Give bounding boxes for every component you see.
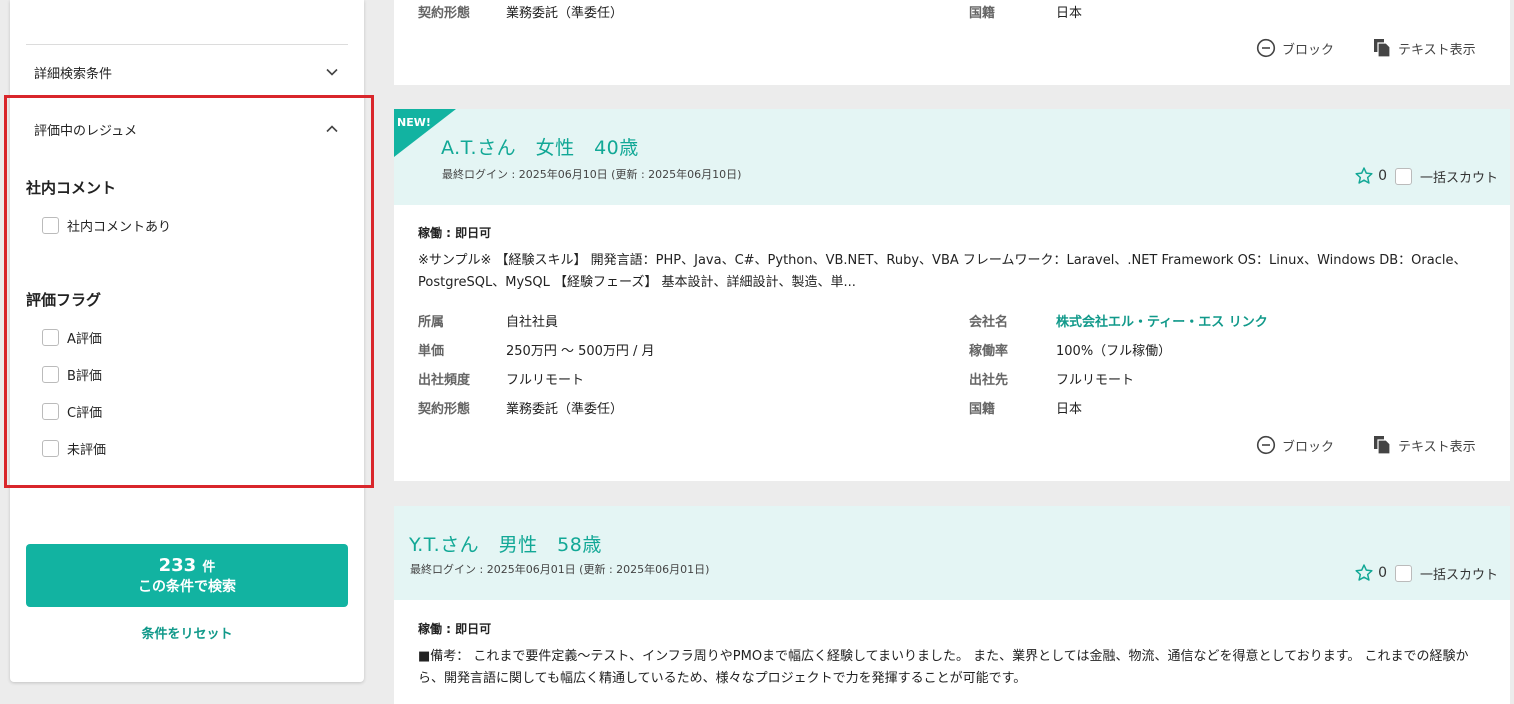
eval-flag-a-checkbox[interactable]: A評価 — [42, 328, 102, 347]
contract-value: 業務委託（準委任） — [506, 6, 624, 21]
nationality-value: 日本 — [1056, 6, 1083, 21]
chevron-down-icon — [326, 68, 338, 76]
block-label: ブロック — [1282, 439, 1335, 455]
block-button[interactable]: ブロック — [1256, 38, 1334, 58]
favorite-count: 0 — [1378, 168, 1387, 184]
search-button[interactable]: 233 件 この条件で検索 — [26, 544, 348, 607]
eval-flag-option: C評価 — [67, 406, 103, 421]
availability: 稼働 : 即日可 — [418, 226, 492, 240]
last-login: 最終ログイン : 2025年06月01日 (更新 : 2025年06月01日) — [410, 563, 710, 576]
nationality-value: 日本 — [1056, 402, 1083, 417]
eval-flag-option: B評価 — [67, 369, 102, 384]
detail-search-toggle[interactable]: 詳細検索条件 — [34, 62, 339, 82]
text-view-label: テキスト表示 — [1398, 42, 1476, 58]
document-icon — [1374, 39, 1391, 58]
result-count-unit: 件 — [202, 559, 216, 575]
internal-comment-checkbox[interactable]: 社内コメントあり — [42, 216, 171, 235]
nationality-label: 国籍 — [969, 6, 996, 21]
favorite-group: 0 一括スカウト — [1354, 166, 1498, 186]
detail-search-label: 詳細検索条件 — [34, 66, 113, 82]
internal-comment-heading: 社内コメント — [26, 179, 117, 197]
price-label: 単価 — [418, 344, 445, 359]
scout-checkbox[interactable] — [1394, 167, 1412, 185]
text-view-label: テキスト表示 — [1398, 439, 1476, 455]
description: ■備考： これまで要件定義～テスト、インフラ周りやPMOまで幅広く経験してまいり… — [418, 649, 1469, 686]
document-icon — [1374, 436, 1391, 455]
checkbox[interactable] — [42, 217, 59, 234]
sidebar: 詳細検索条件 評価中のレジュメ 社内コメント 社内コメントあり 評価フラグ A評… — [10, 0, 364, 682]
favorite-count: 0 — [1378, 565, 1387, 581]
eval-flag-none-checkbox[interactable]: 未評価 — [42, 439, 106, 458]
checkbox[interactable] — [42, 366, 59, 383]
text-view-button[interactable]: テキスト表示 — [1372, 435, 1476, 455]
divider — [26, 44, 348, 45]
office-label: 出社先 — [969, 373, 1009, 388]
resume-section-toggle[interactable]: 評価中のレジュメ — [34, 119, 339, 139]
result-count: 233 件 — [158, 554, 216, 578]
card-header: Y.T.さん 男性 58歳 最終ログイン : 2025年06月01日 (更新 :… — [394, 506, 1510, 600]
contract-label: 契約形態 — [418, 402, 471, 417]
description: ※サンプル※ 【経験スキル】 開発言語：PHP、Java、C#、Python、V… — [418, 253, 1467, 290]
block-label: ブロック — [1282, 42, 1335, 58]
scout-checkbox[interactable] — [1394, 564, 1412, 582]
affiliation-label: 所属 — [418, 315, 445, 330]
resume-card-previous: 契約形態 業務委託（準委任） 国籍 日本 ブロック テキスト表示 — [394, 0, 1510, 85]
eval-flag-b-checkbox[interactable]: B評価 — [42, 365, 102, 384]
text-view-button[interactable]: テキスト表示 — [1372, 38, 1476, 58]
block-icon — [1256, 38, 1276, 58]
scout-label: 一括スカウト — [1419, 170, 1498, 186]
checkbox[interactable] — [42, 329, 59, 346]
eval-flag-option: A評価 — [67, 332, 102, 347]
affiliation-value: 自社社員 — [506, 315, 559, 330]
contract-label: 契約形態 — [418, 6, 471, 21]
nationality-label: 国籍 — [969, 402, 996, 417]
rate-label: 稼働率 — [969, 344, 1009, 359]
company-label: 会社名 — [969, 315, 1009, 330]
eval-flag-heading: 評価フラグ — [26, 291, 102, 309]
card-header: NEW! A.T.さん 女性 40歳 最終ログイン : 2025年06月10日 … — [394, 109, 1510, 205]
office-freq-value: フルリモート — [506, 373, 585, 388]
scout-label: 一括スカウト — [1419, 567, 1498, 583]
price-value: 250万円 ～ 500万円 / 月 — [506, 344, 655, 359]
internal-comment-option: 社内コメントあり — [67, 220, 172, 235]
block-icon — [1256, 435, 1276, 455]
new-badge: NEW! — [397, 116, 431, 129]
result-count-number: 233 — [158, 554, 197, 576]
star-icon[interactable] — [1354, 563, 1374, 583]
resume-card: Y.T.さん 男性 58歳 最終ログイン : 2025年06月01日 (更新 :… — [394, 506, 1510, 704]
star-icon[interactable] — [1354, 166, 1374, 186]
rate-value: 100%（フル稼働） — [1056, 344, 1172, 359]
chevron-up-icon — [326, 125, 338, 133]
last-login: 最終ログイン : 2025年06月10日 (更新 : 2025年06月10日) — [442, 168, 742, 181]
office-freq-label: 出社頻度 — [418, 373, 471, 388]
search-button-label: この条件で検索 — [138, 578, 236, 595]
resume-card: NEW! A.T.さん 女性 40歳 最終ログイン : 2025年06月10日 … — [394, 109, 1510, 481]
contract-value: 業務委託（準委任） — [506, 402, 624, 417]
availability: 稼働 : 即日可 — [418, 622, 492, 636]
resume-section-label: 評価中のレジュメ — [34, 123, 138, 139]
candidate-name[interactable]: Y.T.さん 男性 58歳 — [409, 530, 602, 557]
checkbox[interactable] — [42, 403, 59, 420]
block-button[interactable]: ブロック — [1256, 435, 1334, 455]
eval-flag-c-checkbox[interactable]: C評価 — [42, 402, 102, 421]
candidate-name[interactable]: A.T.さん 女性 40歳 — [441, 133, 639, 160]
favorite-group: 0 一括スカウト — [1354, 563, 1498, 583]
office-value: フルリモート — [1056, 373, 1135, 388]
checkbox[interactable] — [42, 440, 59, 457]
eval-flag-option: 未評価 — [67, 443, 107, 458]
company-link[interactable]: 株式会社エル・ティー・エス リンク — [1056, 311, 1268, 330]
reset-link[interactable]: 条件をリセット — [26, 623, 348, 642]
